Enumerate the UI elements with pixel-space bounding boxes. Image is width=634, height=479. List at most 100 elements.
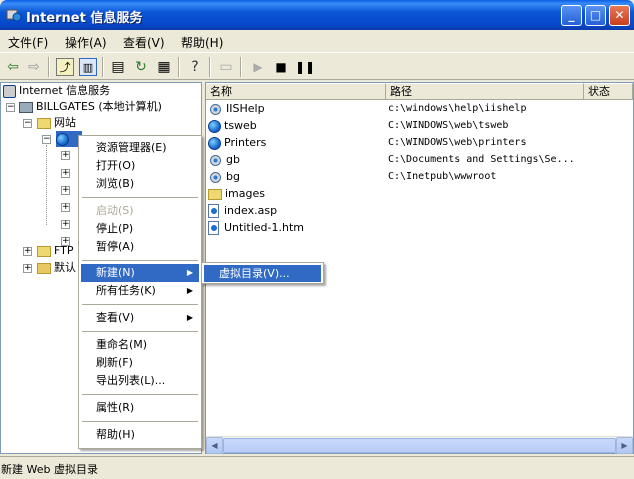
- menu-item-refresh[interactable]: 刷新(F): [81, 354, 199, 372]
- tree-default[interactable]: 默认: [37, 260, 76, 276]
- expand-child-toggle[interactable]: +: [61, 169, 70, 178]
- minimize-button[interactable]: _: [561, 5, 582, 26]
- menu-view[interactable]: 查看(V): [123, 34, 165, 51]
- toolbar-separator: [240, 57, 242, 77]
- status-bar: 新建 Web 虚拟目录: [0, 456, 634, 479]
- tree-line: [46, 145, 47, 225]
- menu-item-view-label: 查看(V): [96, 311, 135, 324]
- menu-separator: [82, 260, 198, 261]
- close-button[interactable]: ✕: [609, 5, 630, 26]
- expand-child-toggle[interactable]: +: [61, 220, 70, 229]
- scroll-right-button[interactable]: ▶: [616, 437, 633, 454]
- web-app-icon: [208, 119, 221, 133]
- toolbar-separator: [102, 57, 104, 77]
- row-name: Printers: [224, 136, 267, 149]
- menu-item-all-tasks[interactable]: 所有任务(K) ▶: [81, 282, 199, 300]
- menu-separator: [82, 304, 198, 305]
- row-path: C:\Inetpub\wwwroot: [388, 171, 497, 182]
- menu-item-rename[interactable]: 重命名(M): [81, 336, 199, 354]
- row-name: Untitled-1.htm: [224, 221, 304, 234]
- smtp-icon: [37, 262, 51, 274]
- expand-child-toggle[interactable]: +: [61, 151, 70, 160]
- row-path: C:\Documents and Settings\Se...: [388, 154, 575, 165]
- help-icon[interactable]: ?: [186, 58, 204, 76]
- title-bar[interactable]: Internet 信息服务 _ □ ✕: [0, 0, 634, 30]
- menu-item-all-tasks-label: 所有任务(K): [96, 284, 156, 297]
- tree-websites-label: 网站: [54, 116, 76, 129]
- virtual-directory-icon: [210, 103, 221, 115]
- expand-computer-toggle[interactable]: −: [6, 103, 15, 112]
- menu-separator: [82, 394, 198, 395]
- computer-icon[interactable]: ▭: [217, 58, 235, 76]
- menu-bar: 文件(F) 操作(A) 查看(V) 帮助(H): [0, 30, 634, 52]
- row-name: bg: [226, 170, 240, 183]
- row-name: IISHelp: [226, 102, 265, 115]
- submenu-arrow-icon: ▶: [186, 268, 193, 277]
- menu-item-start[interactable]: 启动(S): [81, 202, 199, 220]
- folder-icon: [208, 188, 222, 200]
- column-header-path[interactable]: 路径: [386, 83, 584, 100]
- column-header-name[interactable]: 名称: [206, 83, 386, 100]
- tree-root[interactable]: Internet 信息服务: [3, 83, 110, 99]
- virtual-directory-icon: [210, 154, 221, 166]
- asp-file-icon: [208, 204, 219, 218]
- menu-item-stop[interactable]: 停止(P): [81, 220, 199, 238]
- up-level-icon[interactable]: ⤴: [56, 58, 74, 76]
- row-path: C:\WINDOWS\web\tsweb: [388, 120, 509, 131]
- menu-item-virtual-directory[interactable]: 虚拟目录(V)...: [204, 265, 321, 282]
- status-text: 新建 Web 虚拟目录: [1, 463, 98, 476]
- menu-file[interactable]: 文件(F): [8, 34, 48, 51]
- menu-item-new[interactable]: 新建(N) ▶: [81, 264, 199, 282]
- menu-item-pause[interactable]: 暂停(A): [81, 238, 199, 256]
- expand-site-toggle[interactable]: −: [42, 135, 51, 144]
- stop-icon[interactable]: ■: [272, 58, 290, 76]
- row-name: images: [225, 187, 265, 200]
- tree-ftp-label: FTP: [54, 244, 74, 257]
- menu-item-help[interactable]: 帮助(H): [81, 426, 199, 444]
- scroll-thumb[interactable]: [223, 438, 616, 453]
- submenu-arrow-icon: ▶: [186, 286, 193, 295]
- horizontal-scrollbar[interactable]: ◀ ▶: [206, 436, 633, 454]
- new-submenu: 虚拟目录(V)...: [201, 262, 324, 284]
- menu-item-browse[interactable]: 浏览(B): [81, 175, 199, 193]
- virtual-directory-icon: [210, 171, 221, 183]
- refresh-icon[interactable]: ↻: [132, 58, 150, 76]
- iis-app-icon: [6, 9, 22, 22]
- menu-item-properties[interactable]: 属性(R): [81, 399, 199, 417]
- show-tree-icon[interactable]: ▥: [79, 58, 97, 76]
- menu-separator: [82, 331, 198, 332]
- menu-item-export-list[interactable]: 导出列表(L)...: [81, 372, 199, 390]
- properties-icon[interactable]: ▤: [109, 58, 127, 76]
- website-icon: [56, 132, 69, 146]
- menu-item-view[interactable]: 查看(V) ▶: [81, 309, 199, 327]
- tree-computer[interactable]: BILLGATES (本地计算机): [19, 99, 162, 115]
- maximize-button[interactable]: □: [585, 5, 606, 26]
- toolbar: ⇦ ⇨ ⤴ ▥ ▤ ↻ ▦ ? ▭ ▶ ■ ❚❚: [0, 52, 634, 80]
- row-path: C:\WINDOWS\web\printers: [388, 137, 527, 148]
- expand-default-toggle[interactable]: +: [23, 264, 32, 273]
- forward-icon[interactable]: ⇨: [25, 58, 43, 76]
- expand-child-toggle[interactable]: +: [61, 186, 70, 195]
- start-icon[interactable]: ▶: [249, 58, 267, 76]
- menu-item-open[interactable]: 打开(O): [81, 157, 199, 175]
- expand-ftp-toggle[interactable]: +: [23, 247, 32, 256]
- column-header-status[interactable]: 状态: [584, 83, 633, 100]
- scroll-left-button[interactable]: ◀: [206, 437, 223, 454]
- menu-help[interactable]: 帮助(H): [181, 34, 223, 51]
- pause-icon[interactable]: ❚❚: [295, 58, 315, 76]
- tree-websites[interactable]: 网站: [37, 115, 76, 131]
- toolbar-separator: [48, 57, 50, 77]
- window-title: Internet 信息服务: [26, 11, 143, 26]
- menu-action[interactable]: 操作(A): [65, 34, 107, 51]
- folder-icon: [37, 245, 51, 257]
- tree-ftp[interactable]: FTP: [37, 243, 74, 259]
- expand-websites-toggle[interactable]: −: [23, 119, 32, 128]
- export-list-icon[interactable]: ▦: [155, 58, 173, 76]
- expand-child-toggle[interactable]: +: [61, 203, 70, 212]
- toolbar-separator: [178, 57, 180, 77]
- menu-item-explore[interactable]: 资源管理器(E): [81, 139, 199, 157]
- toolbar-separator: [209, 57, 211, 77]
- computer-icon: [19, 101, 33, 113]
- row-name: tsweb: [224, 119, 257, 132]
- back-icon[interactable]: ⇦: [4, 58, 22, 76]
